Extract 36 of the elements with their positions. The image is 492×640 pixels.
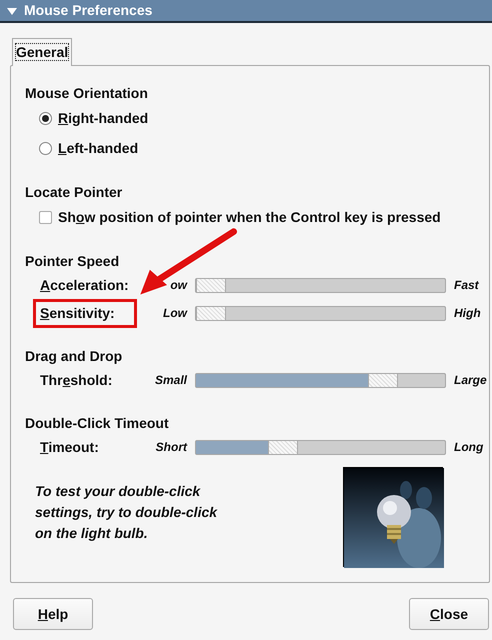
slider-track[interactable]: [195, 440, 446, 454]
section-heading: Double-Click Timeout: [25, 414, 170, 433]
slider-max-label: Fast: [454, 277, 479, 294]
section-heading: Drag and Drop: [25, 347, 124, 366]
slider-label: Timeout:: [39, 438, 100, 456]
checkbox[interactable]: [39, 210, 52, 224]
slider-track[interactable]: [195, 278, 446, 292]
slider-max-label: High: [454, 305, 481, 322]
slider-max-label: Long: [454, 439, 484, 456]
slider-thumb[interactable]: [268, 440, 298, 454]
radio-label[interactable]: Right-handed: [58, 108, 148, 128]
slider-min-label: Small: [154, 372, 187, 389]
slider-max-label: Large: [454, 372, 487, 389]
radio-button[interactable]: [39, 112, 52, 124]
slider-thumb[interactable]: [196, 306, 226, 320]
slider-label: Threshold:: [39, 370, 114, 390]
menu-triangle-icon[interactable]: [6, 6, 18, 16]
section-heading: Pointer Speed: [25, 252, 120, 271]
slider-label: Acceleration:: [39, 276, 130, 294]
slider-thumb[interactable]: [368, 374, 398, 386]
slider-min-label: Low: [163, 305, 187, 322]
slider-min-label: ow: [170, 277, 187, 294]
slider-thumb[interactable]: [196, 278, 226, 292]
slider-min-label: Short: [156, 439, 187, 456]
dialog-button[interactable]: Close: [409, 598, 489, 630]
dialog-button[interactable]: Help: [13, 598, 93, 630]
tab[interactable]: General: [12, 38, 72, 66]
checkbox-label[interactable]: Show position of pointer when the Control key is pressed: [58, 206, 441, 228]
radio-button[interactable]: [39, 142, 52, 154]
slider-track[interactable]: [195, 306, 446, 320]
radio-label[interactable]: Left-handed: [58, 138, 138, 158]
slider-track[interactable]: [195, 372, 446, 388]
section-heading: Locate Pointer: [25, 183, 124, 202]
test-hint: To test your double-click settings, try to double-click on the light bulb.: [35, 482, 218, 543]
section-heading: Mouse Orientation: [25, 84, 149, 103]
window-title: Mouse Preferences: [24, 1, 152, 20]
